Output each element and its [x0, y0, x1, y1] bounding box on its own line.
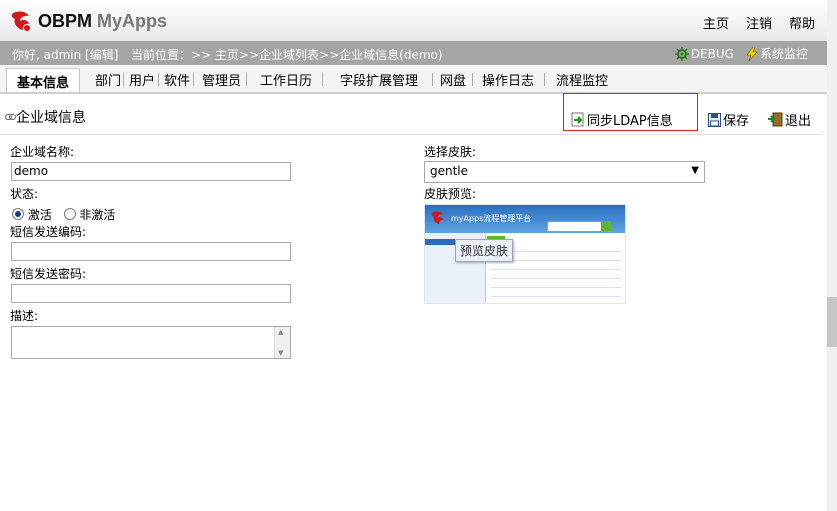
save-icon: [708, 112, 721, 127]
debug-label: DEBUG: [690, 46, 734, 61]
nav-help-link[interactable]: 帮助: [789, 13, 815, 32]
info-bar: 你好, admin [编辑] 当前位置：>> 主页>>企业域列表>>企业域信息(…: [0, 41, 837, 65]
chevron-down-icon: ▼: [691, 165, 699, 176]
status-inactive-radio[interactable]: [63, 208, 76, 220]
page-scrollbar-thumb[interactable]: [827, 297, 837, 347]
nav-logout-link[interactable]: 注销: [746, 13, 772, 32]
tab-separator: [246, 73, 247, 86]
system-monitor-button[interactable]: 系统监控: [746, 45, 808, 62]
sms-password-input[interactable]: [11, 284, 291, 303]
save-label: 保存: [723, 114, 750, 129]
domain-name-label: 企业域名称:: [10, 145, 75, 159]
skin-label: 选择皮肤:: [424, 145, 477, 159]
tab-netdisk[interactable]: 网盘: [439, 70, 467, 89]
page-scrollbar[interactable]: [827, 0, 837, 511]
skin-select-value: gentle: [430, 164, 469, 178]
divider: [0, 134, 823, 135]
tab-bar: 基本信息 部门 用户 软件 管理员 工作日历 字段扩展管理 网盘 操作日志 流程…: [0, 65, 837, 94]
preview-row: [491, 296, 621, 297]
exit-label: 退出: [785, 114, 812, 129]
logo-mark-icon: [11, 11, 30, 31]
tab-users[interactable]: 用户: [128, 70, 156, 89]
monitor-label: 系统监控: [759, 47, 808, 61]
exit-door-icon: [768, 112, 783, 127]
app-logo: OBPM MyApps: [8, 6, 167, 36]
logo-title: OBPM: [38, 10, 92, 31]
skin-preview-image[interactable]: myApps流程管理平台 预览皮肤: [424, 204, 626, 304]
status-active-label: 激活: [27, 208, 52, 222]
tab-work-calendar[interactable]: 工作日历: [259, 70, 313, 89]
skin-preview-label: 皮肤预览:: [424, 187, 477, 201]
description-label: 描述:: [10, 309, 39, 323]
sync-icon: [571, 112, 584, 127]
scroll-down-icon[interactable]: ▼: [278, 349, 283, 357]
preview-row: [491, 269, 621, 270]
tab-department[interactable]: 部门: [94, 70, 122, 89]
tab-field-extension[interactable]: 字段扩展管理: [339, 70, 419, 89]
preview-tooltip: 预览皮肤: [455, 239, 514, 262]
save-button[interactable]: 保存: [708, 110, 749, 129]
tab-software[interactable]: 软件: [163, 70, 191, 89]
tab-separator: [544, 73, 545, 86]
sync-ldap-button[interactable]: 同步LDAP信息: [571, 110, 673, 129]
tab-separator: [432, 73, 433, 86]
section-title: 企业域信息: [16, 110, 86, 126]
preview-row: [491, 278, 621, 279]
tab-separator: [193, 73, 194, 86]
tab-admins[interactable]: 管理员: [201, 70, 242, 89]
exit-button[interactable]: 退出: [768, 110, 811, 129]
gear-icon: [674, 46, 689, 61]
preview-row: [491, 287, 621, 288]
preview-logo-icon: [431, 211, 444, 225]
status-radio-group: 激活 非激活: [12, 206, 115, 223]
sms-code-input[interactable]: [11, 242, 291, 261]
user-greeting[interactable]: 你好, admin [编辑]: [12, 46, 118, 63]
section-header: 企业域信息: [5, 107, 86, 127]
sms-code-label: 短信发送编码:: [10, 225, 87, 239]
description-textarea[interactable]: ▲ ▼: [11, 326, 291, 359]
tab-separator: [322, 73, 323, 86]
status-active-radio[interactable]: [12, 208, 24, 220]
sync-ldap-label: 同步LDAP信息: [587, 114, 673, 129]
tab-separator: [123, 73, 124, 86]
tab-separator: [158, 73, 159, 86]
tab-process-monitor[interactable]: 流程监控: [555, 70, 609, 89]
nav-home-link[interactable]: 主页: [703, 13, 729, 32]
skin-select[interactable]: gentle ▼: [424, 161, 705, 183]
tab-separator: [472, 73, 473, 86]
preview-app-title: myApps流程管理平台: [451, 214, 532, 223]
debug-button[interactable]: DEBUG: [674, 46, 734, 61]
textarea-scrollbar[interactable]: ▲ ▼: [274, 327, 290, 358]
preview-go-icon: [601, 221, 611, 231]
domain-name-input[interactable]: demo: [11, 162, 291, 181]
scroll-up-icon[interactable]: ▲: [278, 328, 283, 336]
status-label: 状态:: [10, 187, 39, 201]
logo-subtitle: MyApps: [97, 10, 168, 31]
tab-basic-info[interactable]: 基本信息: [6, 68, 81, 92]
lightning-icon: [746, 46, 758, 61]
sms-password-label: 短信发送密码:: [10, 267, 87, 281]
tab-operation-log[interactable]: 操作日志: [481, 70, 535, 89]
top-nav: 主页 注销 帮助: [703, 13, 815, 32]
link-icon: [5, 114, 16, 120]
breadcrumb: 当前位置：>> 主页>>企业域列表>>企业域信息(demo): [131, 48, 443, 62]
status-inactive-label: 非激活: [79, 208, 116, 222]
app-header: OBPM MyApps 主页 注销 帮助: [0, 0, 837, 41]
